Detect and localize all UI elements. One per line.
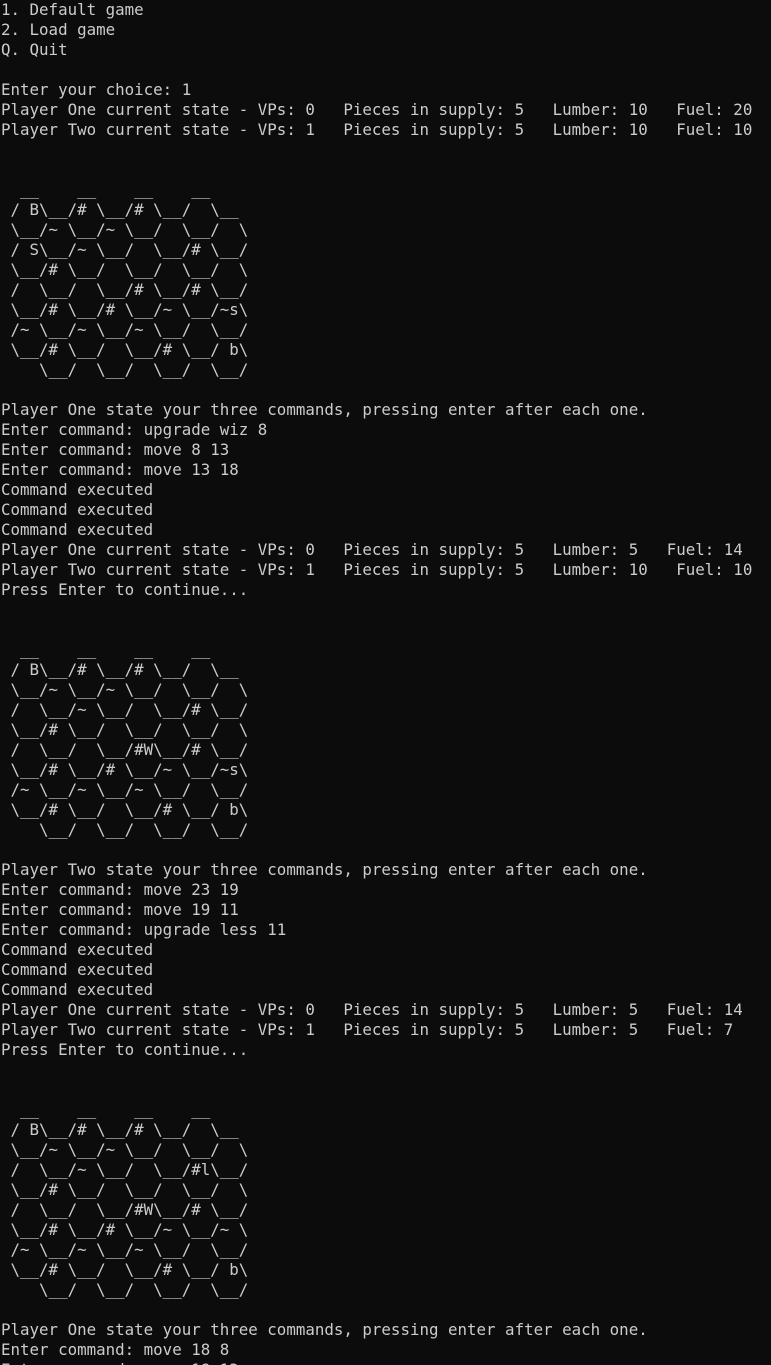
console-line: \__/ \__/ \__/ \__/ <box>1 820 249 839</box>
console-line: / B\__/# \__/# \__/ \__ <box>1 1120 239 1139</box>
console-line: \__/# \__/ \__/ \__/ \ <box>1 260 249 279</box>
console-line: Enter your choice: 1 <box>1 80 192 99</box>
console-line: \__/ \__/ \__/ \__/ <box>1 1280 249 1299</box>
console-line: Press Enter to continue... <box>1 580 249 599</box>
console-line: __ __ __ __ <box>1 1100 211 1119</box>
console-line: Player Two current state - VPs: 1 Pieces… <box>1 560 753 579</box>
console-line: / \__/ \__/#W\__/# \__/ <box>1 740 249 759</box>
console-line: Player Two current state - VPs: 1 Pieces… <box>1 1020 734 1039</box>
console-line: / \__/ \__/#W\__/# \__/ <box>1 1200 249 1219</box>
console-line: Command executed <box>1 500 154 519</box>
console-line: /~ \__/~ \__/~ \__/ \__/ <box>1 320 249 339</box>
console-line: Enter command: move 19 11 <box>1 900 239 919</box>
console-line: Enter command: move 18 8 <box>1 1340 230 1359</box>
console-line: / \__/ \__/# \__/# \__/ <box>1 280 249 299</box>
console-line: \__/# \__/ \__/ \__/ \ <box>1 720 249 739</box>
console-line: Command executed <box>1 520 154 539</box>
console-line: \__/~ \__/~ \__/ \__/ \ <box>1 1140 249 1159</box>
console-line: Player Two state your three commands, pr… <box>1 860 648 879</box>
console-line: \__/# \__/# \__/~ \__/~s\ <box>1 760 249 779</box>
console-line: Q. Quit <box>1 40 68 59</box>
console-line: Player One state your three commands, pr… <box>1 400 648 419</box>
console-line: Command executed <box>1 940 154 959</box>
console-line: Player One current state - VPs: 0 Pieces… <box>1 100 753 119</box>
console-line: __ __ __ __ <box>1 640 211 659</box>
console-line: Player One current state - VPs: 0 Pieces… <box>1 1000 743 1019</box>
console-line: / \__/~ \__/ \__/# \__/ <box>1 700 249 719</box>
console-line: Player One state your three commands, pr… <box>1 1320 648 1339</box>
console-line: \__/# \__/# \__/~ \__/~ \ <box>1 1220 249 1239</box>
console-line: Enter command: move 18 13 <box>0 1360 771 1365</box>
console-line: \__/~ \__/~ \__/ \__/ \ <box>1 220 249 239</box>
console-line: Press Enter to continue... <box>1 1040 249 1059</box>
console-line: / B\__/# \__/# \__/ \__ <box>1 200 239 219</box>
console-line: \__/# \__/ \__/# \__/ b\ <box>1 340 249 359</box>
console-line: / \__/~ \__/ \__/#l\__/ <box>1 1160 249 1179</box>
console-line: / B\__/# \__/# \__/ \__ <box>1 660 239 679</box>
console-line: /~ \__/~ \__/~ \__/ \__/ <box>1 780 249 799</box>
console-line: 2. Load game <box>1 20 116 39</box>
terminal-console[interactable]: 1. Default game 2. Load game Q. Quit Enter… <box>0 0 771 1365</box>
console-line: Enter command: move 23 19 <box>1 880 239 899</box>
console-line: \__/# \__/ \__/ \__/ \ <box>1 1180 249 1199</box>
console-line: Command executed <box>1 980 154 999</box>
console-line: \__/# \__/# \__/~ \__/~s\ <box>1 300 249 319</box>
console-line: Command executed <box>1 960 154 979</box>
console-line: Player One current state - VPs: 0 Pieces… <box>1 540 743 559</box>
console-line: 1. Default game <box>1 0 144 19</box>
console-line: __ __ __ __ <box>1 180 211 199</box>
console-line: /~ \__/~ \__/~ \__/ \__/ <box>1 1240 249 1259</box>
console-line: Enter command: move 8 13 <box>1 440 230 459</box>
console-line: \__/# \__/ \__/# \__/ b\ <box>1 1260 249 1279</box>
console-line: Command executed <box>1 480 154 499</box>
console-line: Enter command: upgrade less 11 <box>1 920 287 939</box>
console-line: Player Two current state - VPs: 1 Pieces… <box>1 120 753 139</box>
console-line: Enter command: move 13 18 <box>1 460 239 479</box>
console-line: Enter command: upgrade wiz 8 <box>1 420 268 439</box>
console-line: \__/ \__/ \__/ \__/ <box>1 360 249 379</box>
console-line: / S\__/~ \__/ \__/# \__/ <box>1 240 249 259</box>
console-line: \__/# \__/ \__/# \__/ b\ <box>1 800 249 819</box>
console-line: \__/~ \__/~ \__/ \__/ \ <box>1 680 249 699</box>
